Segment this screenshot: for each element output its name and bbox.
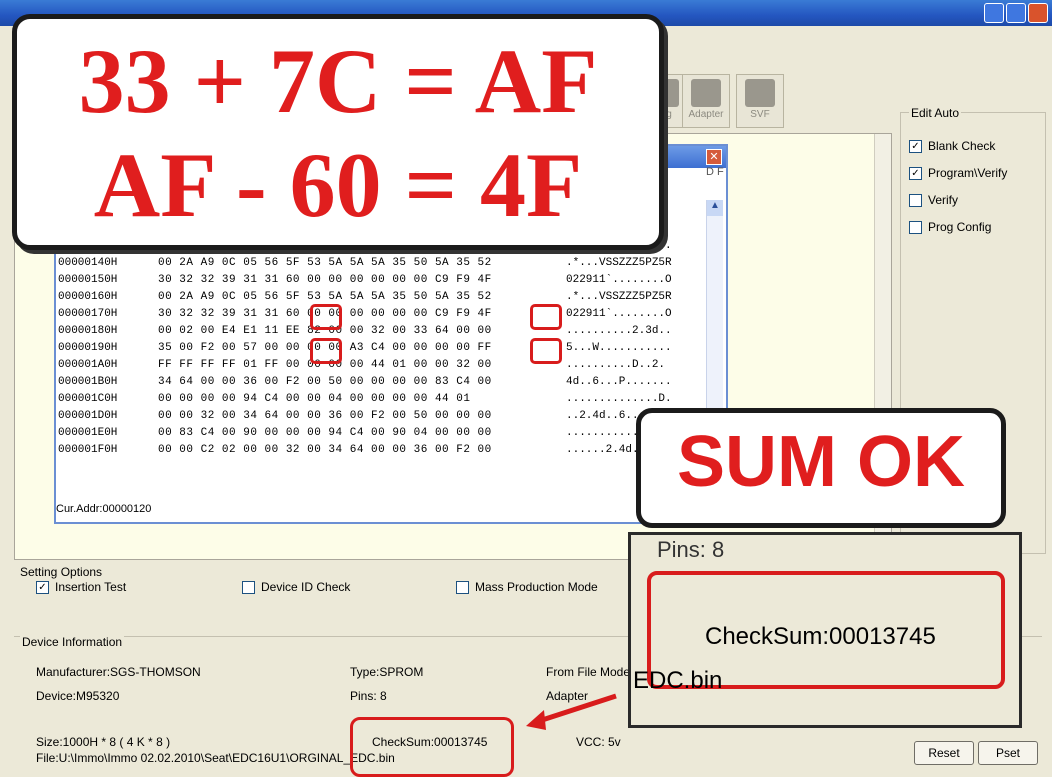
minimize-icon[interactable] (984, 3, 1004, 23)
current-address: Cur.Addr:00000120 (56, 503, 152, 515)
close-icon[interactable] (1028, 3, 1048, 23)
sum-ok-text: SUM OK (677, 422, 965, 502)
hex-ascii: .*...VSSZZZ5PZ5R (566, 257, 672, 269)
equation-overlay: 33 + 7C = AF AF - 60 = 4F (12, 14, 664, 250)
pointer-arrow-icon (526, 693, 617, 730)
type-value: Type:SPROM (350, 665, 424, 679)
highlight-60-row170 (310, 338, 342, 364)
hex-bytes: 00 83 C4 00 90 00 00 00 94 C4 00 90 04 0… (158, 427, 492, 439)
hex-bytes: 00 2A A9 0C 05 56 5F 53 5A 5A 5A 35 50 5… (158, 257, 492, 269)
program-verify-checkbox[interactable]: ✓ (909, 166, 922, 180)
equation-line-2: AF - 60 = 4F (93, 134, 583, 236)
hex-bytes: 30 32 32 39 31 31 60 00 00 00 00 00 00 C… (158, 274, 492, 286)
pins-value: Pins: 8 (350, 689, 387, 703)
file-path: File:U:\Immo\Immo 02.02.2010\Seat\EDC16U… (36, 751, 395, 765)
checksum-highlight (350, 717, 514, 777)
hex-address: 00000190H (58, 342, 118, 354)
hex-bytes: 00 00 C2 02 00 00 32 00 34 64 00 00 36 0… (158, 444, 492, 456)
zoom-file-text: EDC.bin (633, 667, 723, 694)
sum-ok-overlay: SUM OK (636, 408, 1006, 528)
zoom-checksum-text: CheckSum:00013745 (705, 623, 936, 650)
hex-address: 00000150H (58, 274, 118, 286)
reset-button[interactable]: Reset (914, 741, 974, 765)
equation-line-1: 33 + 7C = AF (78, 30, 598, 132)
device-id-check-checkbox[interactable] (242, 580, 255, 594)
hex-ascii: 5...W........... (566, 342, 672, 354)
checksum-zoom-inset: Pins: 8 CheckSum:00013745 EDC.bin (628, 532, 1022, 728)
hex-ascii: ..........2.3d.. (566, 325, 672, 337)
prog-config-option[interactable]: Prog Config (909, 220, 991, 234)
prog-config-checkbox[interactable] (909, 220, 922, 234)
hex-bytes: 00 2A A9 0C 05 56 5F 53 5A 5A 5A 35 50 5… (158, 291, 492, 303)
device-id-check-option[interactable]: Device ID Check (242, 580, 350, 594)
hex-ascii: 4d..6...P....... (566, 376, 672, 388)
hex-bytes: 34 64 00 00 36 00 F2 00 50 00 00 00 00 8… (158, 376, 492, 388)
hex-ascii: 022911`........O (566, 274, 672, 286)
adapter-icon (691, 79, 721, 107)
insertion-test-checkbox[interactable]: ✓ (36, 580, 49, 594)
hex-address: 00000140H (58, 257, 118, 269)
setting-options-legend: Setting Options (20, 565, 103, 579)
device-value: Device:M95320 (36, 689, 120, 703)
program-verify-option[interactable]: ✓ Program\Verify (909, 166, 1007, 180)
scroll-up-icon[interactable]: ▲ (707, 200, 723, 216)
edit-auto-legend: Edit Auto (909, 106, 962, 120)
hex-address: 000001A0H (58, 359, 118, 371)
highlight-60-row150 (310, 304, 342, 330)
hex-close-icon[interactable]: ✕ (706, 149, 722, 165)
hex-address: 00000170H (58, 308, 118, 320)
mass-production-checkbox[interactable] (456, 580, 469, 594)
svf-button[interactable]: SVF (736, 74, 784, 128)
from-file-mode-label: From File Mode: (546, 665, 634, 679)
hex-ascii: 022911`........O (566, 308, 672, 320)
hex-address: 000001B0H (58, 376, 118, 388)
manufacturer-value: Manufacturer:SGS-THOMSON (36, 665, 201, 679)
hex-address: 00000160H (58, 291, 118, 303)
vcc-value: VCC: 5v (576, 735, 621, 749)
hex-address: 000001C0H (58, 393, 118, 405)
mass-production-option[interactable]: Mass Production Mode (456, 580, 598, 594)
hex-ascii: ..............D. (566, 393, 672, 405)
blank-check-option[interactable]: ✓ Blank Check (909, 139, 995, 153)
adapter-button[interactable]: Adapter (682, 74, 730, 128)
device-info-legend: Device Information (20, 635, 125, 649)
verify-option[interactable]: Verify (909, 193, 958, 207)
zoom-pins-text: Pins: 8 (657, 537, 725, 562)
size-value: Size:1000H * 8 ( 4 K * 8 ) (36, 735, 171, 749)
highlight-4f-row170 (530, 338, 562, 364)
hex-bytes: 00 00 00 00 94 C4 00 00 04 00 00 00 00 4… (158, 393, 471, 405)
chip-icon (745, 79, 775, 107)
hex-ascii: .*...VSSZZZ5PZ5R (566, 291, 672, 303)
hex-address: 00000180H (58, 325, 118, 337)
hex-address: 000001E0H (58, 427, 118, 439)
insertion-test-option[interactable]: ✓ Insertion Test (36, 580, 126, 594)
verify-checkbox[interactable] (909, 193, 922, 207)
hex-bytes: 00 00 32 00 34 64 00 00 36 00 F2 00 50 0… (158, 410, 492, 422)
hex-ascii: ..........D..2. (566, 359, 666, 371)
pset-button[interactable]: Pset (978, 741, 1038, 765)
blank-check-checkbox[interactable]: ✓ (909, 139, 922, 153)
highlight-4f-row150 (530, 304, 562, 330)
ascii-column-header: D F (706, 166, 724, 178)
hex-address: 000001F0H (58, 444, 118, 456)
maximize-icon[interactable] (1006, 3, 1026, 23)
hex-address: 000001D0H (58, 410, 118, 422)
